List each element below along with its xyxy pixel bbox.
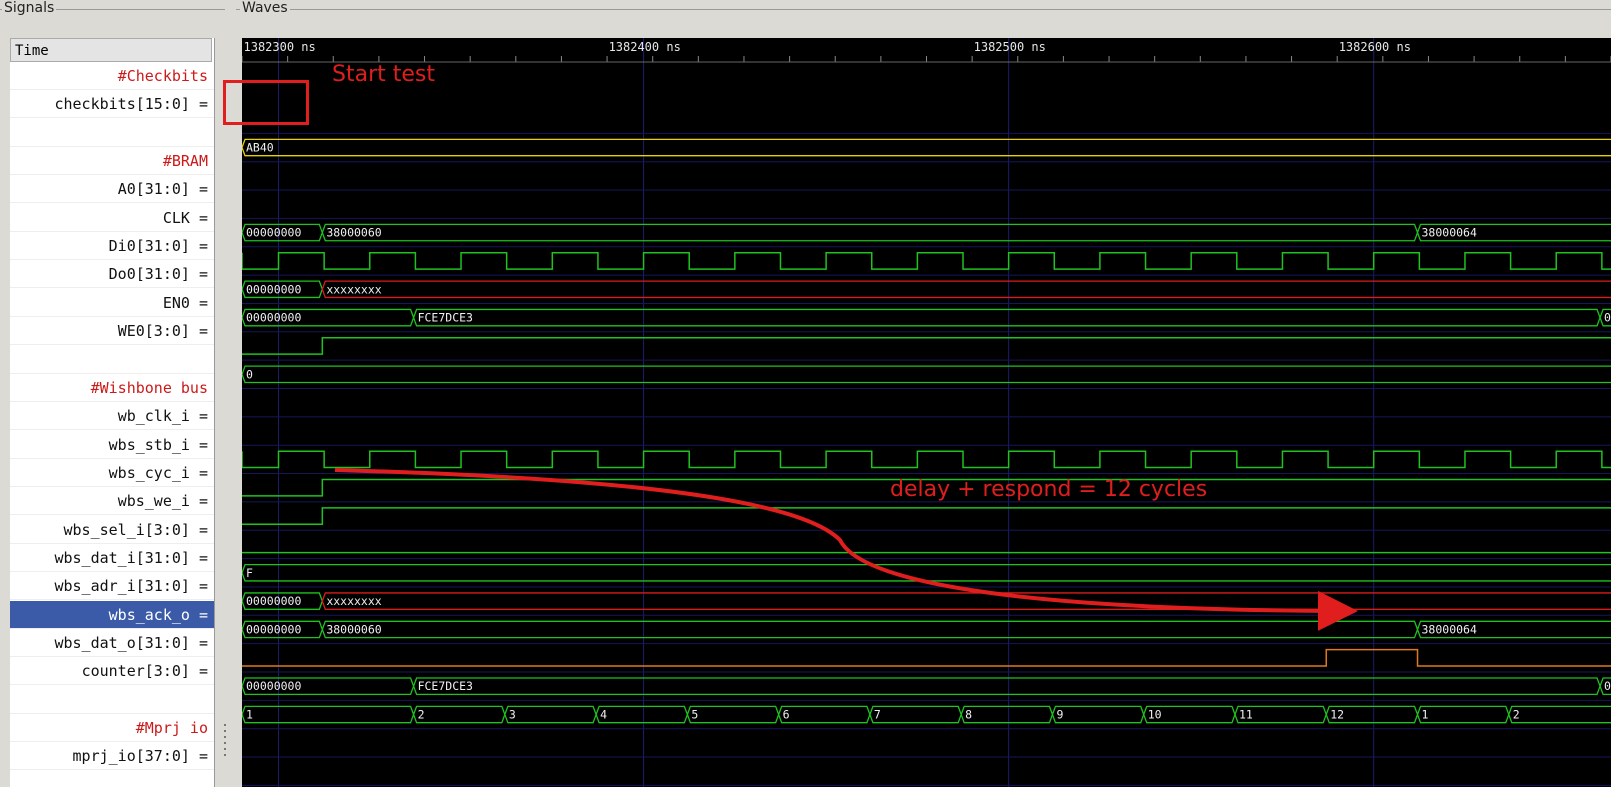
bus-value: 38000060 [326,226,381,240]
signal-spacer-row[interactable] [10,346,214,374]
signal-group-label[interactable]: #Wishbone bus [10,374,214,402]
bus-value: 5 [691,708,698,722]
signal-name[interactable]: wbs_ack_o = [10,600,214,629]
bus-segment [412,677,1601,695]
signal-name[interactable]: checkbits[15:0] = [10,90,214,119]
bit-waveform [242,507,1611,525]
bus-segment [321,592,1611,610]
bus-value: 00000000 [246,282,301,296]
bit-waveform [242,337,1611,355]
bus-segment [1508,705,1611,724]
bus-value: 1 [1422,708,1429,722]
waves-panel-title: Waves [240,0,290,16]
bus-value: FCE7DCE3 [418,311,473,325]
signal-name[interactable]: Do0[31:0] = [10,260,214,289]
bus-value: 2 [1513,708,1520,722]
signal-name[interactable]: wbs_dat_o[31:0] = [10,629,214,657]
time-label: 1382300 ns [244,40,316,54]
bus-segment [1051,705,1145,724]
bus-value: F [246,566,253,580]
bus-segment [777,705,871,724]
bit-waveform [242,648,1611,667]
bus-value: 0 [246,367,253,381]
bus-value: xxxxxxxx [326,282,381,296]
signal-group-label[interactable]: #Mprj io [10,714,214,743]
bus-segment [595,705,689,724]
bus-value: xxxxxxxx [326,594,381,608]
start-test-annotation: Start test [332,62,435,87]
panel-splitter-handle[interactable] [222,720,228,770]
bus-segment [242,365,1611,384]
bus-value: 4 [600,708,607,722]
waveform-view[interactable]: 1382300 ns 1382400 ns 1382500 ns 1382600 ns… [242,38,1611,787]
bus-value: 00 [1604,311,1611,325]
bus-segment [504,705,597,724]
bus-value: 00000000 [246,226,301,240]
bus-segment [321,280,1611,299]
waves-frame-line [236,9,1611,10]
bus-value: 7 [874,708,881,722]
signal-spacer-row[interactable] [10,686,214,714]
bus-segment [1416,705,1510,724]
bus-segment [412,308,1601,327]
bus-value: 11 [1239,708,1253,722]
signal-name[interactable]: wbs_dat_i[31:0] = [10,544,214,572]
bus-value: 38000064 [1422,622,1477,636]
bus-value: 00000000 [246,679,301,693]
bus-value: 9 [1056,708,1063,722]
bus-value: AB40 [246,141,274,155]
bus-segment [242,563,1611,582]
signal-name[interactable]: wbs_adr_i[31:0] = [10,572,214,601]
signal-name[interactable]: wb_clk_i = [10,402,214,431]
bus-value: FCE7DCE3 [418,679,473,693]
start-test-highlight-box [223,80,309,125]
signal-name[interactable]: wbs_cyc_i = [10,459,214,487]
clock-waveform [242,252,1611,270]
signal-name[interactable]: CLK = [10,204,214,232]
time-label: 1382400 ns [609,40,681,54]
signal-name[interactable]: counter[3:0] = [10,657,214,686]
time-label: 1382500 ns [974,40,1046,54]
bus-value: 00 [1604,679,1611,693]
bus-value: 38000060 [326,622,381,636]
signal-group-label[interactable]: #BRAM [10,147,214,176]
bus-segment [242,138,1611,157]
time-label: 1382600 ns [1339,40,1411,54]
signal-name[interactable]: A0[31:0] = [10,175,214,204]
clock-waveform [242,450,1611,469]
bus-segment [321,223,1419,242]
waveform-canvas[interactable]: 1382300 ns 1382400 ns 1382500 ns 1382600 ns… [242,38,1611,787]
delay-cycles-annotation: delay + respond = 12 cycles [890,477,1208,502]
signal-spacer-row[interactable] [10,119,214,147]
bus-segment [960,705,1054,724]
bus-value: 2 [418,708,425,722]
signal-name[interactable]: mprj_io[37:0] = [10,742,214,771]
bus-segment [686,705,780,724]
bus-value: 00000000 [246,311,301,325]
bus-segment [242,705,415,724]
bus-value: 12 [1330,708,1344,722]
bus-segment [869,705,962,724]
signal-name[interactable]: wbs_we_i = [10,487,214,516]
signal-name[interactable]: Di0[31:0] = [10,232,214,261]
bus-value: 00000000 [246,622,301,636]
bus-value: 10 [1148,708,1162,722]
signal-name[interactable]: wbs_stb_i = [10,431,214,459]
bus-value: 00000000 [246,594,301,608]
bus-value: 6 [783,708,790,722]
bus-value: 8 [965,708,972,722]
bus-value: 1 [246,708,253,722]
signal-name[interactable]: wbs_sel_i[3:0] = [10,516,214,544]
signal-name[interactable]: EN0 = [10,289,214,317]
time-column-header[interactable]: Time [10,38,212,62]
signal-name[interactable]: WE0[3:0] = [10,317,214,346]
bus-segment [321,620,1419,639]
bus-value: 38000064 [1422,226,1477,240]
signals-panel-title: Signals [2,0,57,16]
bus-value: 3 [509,708,516,722]
signal-group-label[interactable]: #Checkbits [10,62,214,90]
bus-segment [412,705,506,724]
